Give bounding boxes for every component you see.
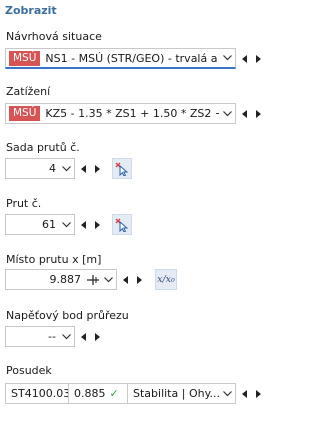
triangle-left-icon — [81, 332, 86, 341]
stress-point-value: -- — [48, 330, 56, 343]
select-cursor-icon — [115, 218, 129, 232]
next-design-situation-button[interactable] — [252, 48, 266, 69]
next-check-button[interactable] — [252, 383, 266, 404]
pick-member-set-button[interactable] — [112, 158, 132, 179]
prev-member-set-button[interactable] — [77, 158, 91, 179]
load-combination-select[interactable]: MSÚ KZ5 - 1.35 * ZS1 + 1.50 * ZS2 + 0...… — [5, 103, 236, 124]
triangle-left-icon — [123, 275, 128, 284]
check-ratio: 0.885 — [74, 387, 106, 400]
uls-tag: MSÚ — [9, 50, 41, 66]
chevron-down-icon — [58, 333, 74, 340]
member-set-value: 4 — [49, 162, 56, 175]
pick-member-button[interactable] — [112, 214, 132, 235]
member-location-icon — [86, 274, 100, 285]
check-id: ST4100.03 — [5, 383, 69, 404]
member-label: Prut č. — [6, 197, 42, 210]
check-ratio-cell: 0.885 ✓ — [69, 383, 128, 404]
prev-location-button[interactable] — [119, 269, 133, 290]
stress-point-select[interactable]: -- — [5, 326, 75, 347]
triangle-left-icon — [242, 54, 247, 63]
prev-design-situation-button[interactable] — [238, 48, 252, 69]
chevron-down-icon — [219, 55, 235, 61]
select-cursor-icon — [115, 162, 129, 176]
triangle-right-icon — [137, 275, 142, 284]
location-label: Místo prutu x [m] — [6, 253, 102, 266]
chevron-down-icon — [219, 390, 235, 397]
triangle-left-icon — [81, 164, 86, 173]
chevron-down-icon — [100, 276, 116, 283]
check-icon: ✓ — [109, 387, 119, 400]
triangle-right-icon — [256, 54, 261, 63]
prev-check-button[interactable] — [238, 383, 252, 404]
check-type-cell: Stabilita | Ohy... — [128, 383, 236, 404]
next-member-set-button[interactable] — [91, 158, 105, 179]
load-combination-value: KZ5 - 1.35 * ZS1 + 1.50 * ZS2 + 0.... — [45, 107, 219, 120]
next-load-button[interactable] — [252, 103, 266, 124]
design-situation-select[interactable]: MSÚ NS1 - MSÚ (STR/GEO) - trvalá a ... — [5, 48, 236, 69]
triangle-right-icon — [95, 220, 100, 229]
chevron-down-icon — [58, 221, 74, 228]
stress-point-label: Napěťový bod průřezu — [6, 309, 129, 322]
triangle-left-icon — [81, 220, 86, 229]
next-location-button[interactable] — [133, 269, 147, 290]
next-stress-point-button[interactable] — [91, 326, 105, 347]
next-member-button[interactable] — [91, 214, 105, 235]
member-value: 61 — [42, 218, 56, 231]
prev-load-button[interactable] — [238, 103, 252, 124]
uls-tag: MSÚ — [9, 106, 41, 121]
triangle-right-icon — [256, 389, 261, 398]
member-set-label: Sada prutů č. — [6, 141, 80, 154]
member-set-select[interactable]: 4 — [5, 158, 75, 179]
triangle-right-icon — [256, 109, 261, 118]
panel-title: Zobrazit — [5, 4, 57, 17]
triangle-right-icon — [95, 164, 100, 173]
member-select[interactable]: 61 — [5, 214, 75, 235]
check-type: Stabilita | Ohy... — [133, 387, 219, 400]
design-situation-label: Návrhová situace — [6, 30, 102, 43]
triangle-left-icon — [242, 109, 247, 118]
check-select[interactable]: ST4100.03 0.885 ✓ Stabilita | Ohy... — [5, 383, 236, 404]
triangle-right-icon — [95, 332, 100, 341]
relative-location-button[interactable]: x/x₀ — [155, 269, 177, 290]
prev-stress-point-button[interactable] — [77, 326, 91, 347]
design-situation-value: NS1 - MSÚ (STR/GEO) - trvalá a ... — [45, 51, 219, 65]
prev-member-button[interactable] — [77, 214, 91, 235]
location-value: 9.887 — [49, 273, 82, 286]
location-select[interactable]: 9.887 — [5, 269, 117, 290]
check-label: Posudek — [6, 364, 52, 377]
triangle-left-icon — [242, 389, 247, 398]
chevron-down-icon — [58, 165, 74, 172]
load-label: Zatížení — [6, 85, 51, 98]
chevron-down-icon — [219, 110, 235, 117]
